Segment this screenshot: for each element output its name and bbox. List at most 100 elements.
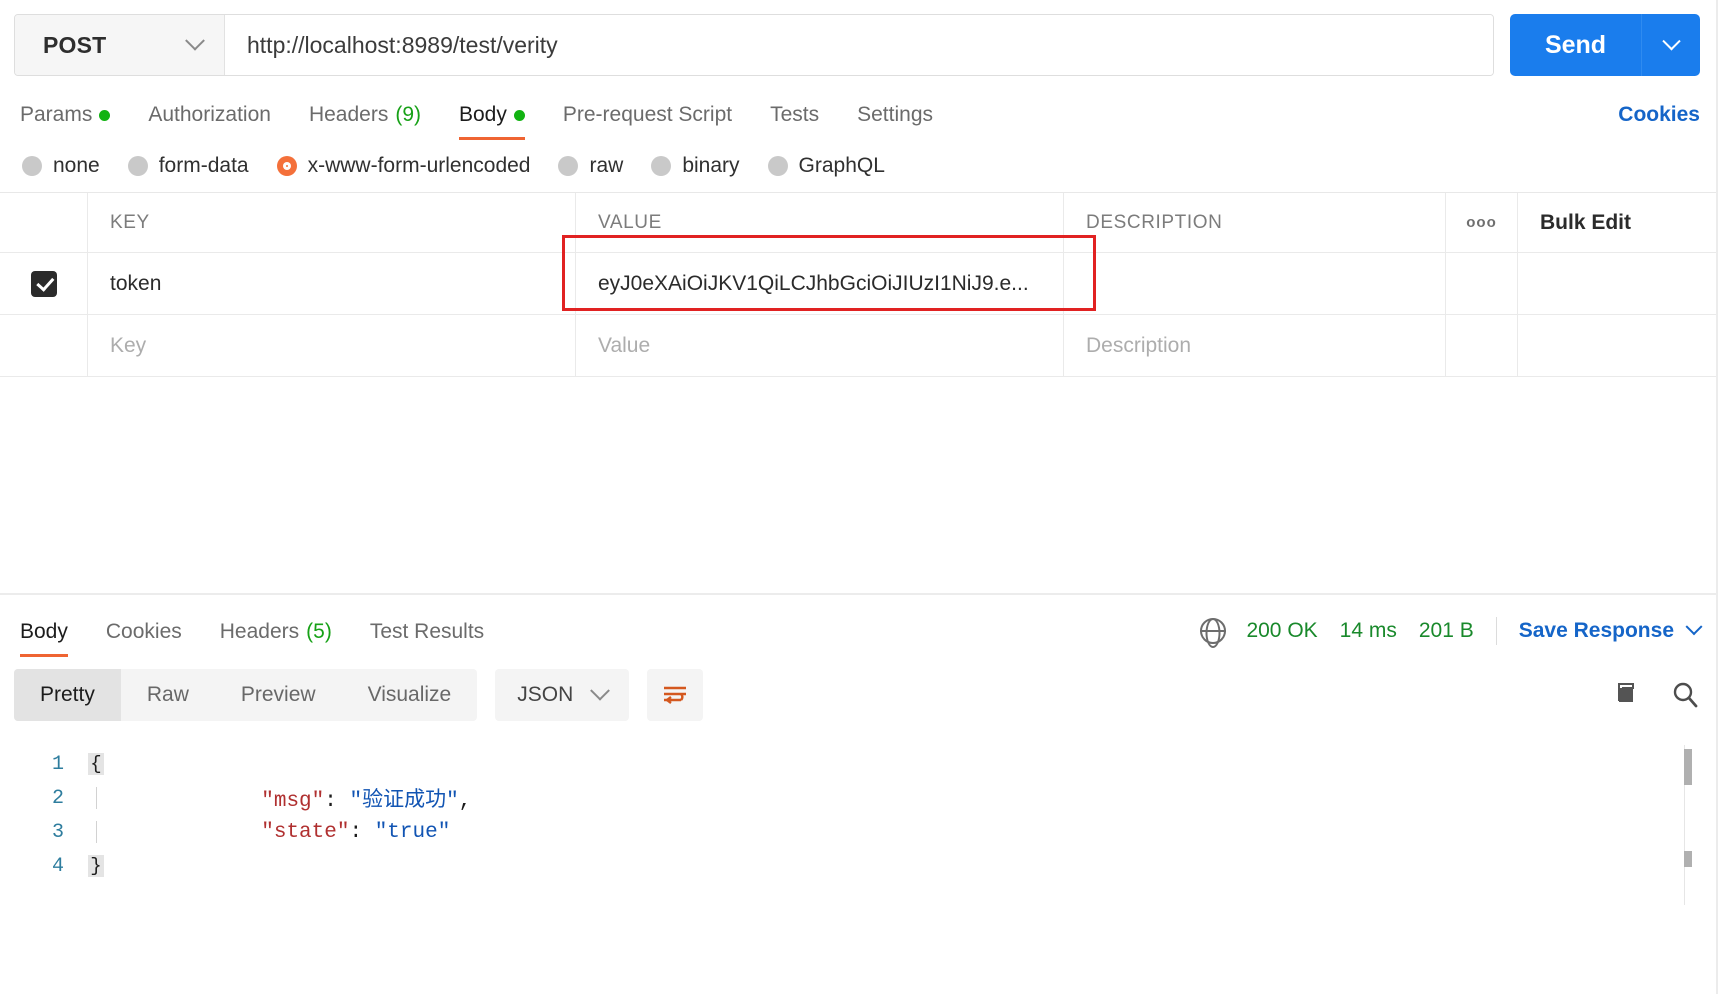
table-options-button[interactable]: ooo [1446, 193, 1518, 252]
tab-body[interactable]: Body [440, 103, 544, 140]
empty-row-options-cell [1446, 315, 1518, 376]
tab-label: Tests [770, 103, 820, 126]
modified-dot-icon [513, 109, 525, 121]
copy-icon [1618, 683, 1634, 702]
row-bulk-cell [1518, 253, 1718, 314]
code-scrollbar[interactable] [1684, 745, 1692, 905]
row-checkbox[interactable] [30, 270, 57, 297]
response-body-code[interactable]: 1 { 2 "msg": "验证成功", 3 "state": "true" 4… [0, 733, 1718, 905]
body-type-radio-group: none form-data x-www-form-urlencoded raw… [0, 140, 1718, 192]
empty-key-placeholder: Key [110, 333, 147, 357]
response-tab-test-results[interactable]: Test Results [351, 620, 503, 657]
view-mode-pretty[interactable]: Pretty [14, 669, 121, 721]
response-size[interactable]: 201 B [1419, 619, 1474, 643]
fold-marker[interactable]: { [88, 753, 104, 775]
radio-icon [651, 156, 672, 176]
send-options-button[interactable] [1642, 14, 1700, 76]
header-checkbox-cell [0, 193, 88, 252]
body-type-none[interactable]: none [22, 154, 100, 178]
body-type-label: raw [589, 154, 624, 177]
bulk-edit-label: Bulk Edit [1540, 210, 1632, 234]
json-key: "state" [261, 820, 350, 844]
empty-value-input[interactable]: Value [576, 315, 1063, 376]
view-mode-preview[interactable]: Preview [215, 669, 342, 721]
save-response-button[interactable]: Save Response [1519, 618, 1703, 643]
chevron-down-icon [1685, 618, 1703, 636]
http-method-label: POST [43, 31, 107, 58]
more-options-icon: ooo [1466, 214, 1497, 231]
status-badge[interactable]: 200 OK [1246, 619, 1317, 643]
view-mode-raw[interactable]: Raw [121, 669, 215, 721]
scrollbar-thumb[interactable] [1684, 749, 1692, 785]
header-description-cell: DESCRIPTION [1064, 193, 1446, 252]
tab-label: Headers [308, 103, 389, 126]
row-key-input[interactable]: token [88, 253, 575, 314]
http-method-select[interactable]: POST [15, 15, 225, 75]
response-tab-headers[interactable]: Headers (5) [201, 620, 351, 657]
header-description-label: DESCRIPTION [1086, 211, 1223, 233]
response-tabs: Body Cookies Headers (5) Test Results 20… [0, 595, 1718, 657]
url-bar: POST http://localhost:8989/test/verity S… [0, 0, 1718, 86]
tab-badge: (5) [306, 620, 332, 643]
body-type-form-data[interactable]: form-data [127, 154, 249, 178]
chevron-down-icon [1661, 31, 1681, 50]
code-line: 3 "state": "true" [0, 815, 1718, 849]
tab-label: Authorization [148, 103, 271, 126]
cookies-link[interactable]: Cookies [1618, 103, 1700, 140]
body-type-label: binary [682, 154, 740, 177]
radio-icon [127, 156, 148, 176]
json-colon: : [349, 820, 375, 844]
row-value-input[interactable]: eyJ0eXAiOiJKV1QiLCJhbGciOiJIUzI1NiJ9.e..… [576, 253, 1063, 314]
body-type-label: none [53, 154, 100, 177]
globe-icon[interactable] [1200, 618, 1227, 644]
line-number: 2 [51, 786, 64, 810]
fold-guide [88, 821, 104, 843]
method-url-group: POST http://localhost:8989/test/verity [14, 14, 1494, 76]
empty-row-checkbox-cell [0, 315, 88, 376]
response-time[interactable]: 14 ms [1340, 619, 1397, 643]
chevron-down-icon [590, 680, 611, 701]
tab-params[interactable]: Params [14, 103, 129, 140]
response-tab-body[interactable]: Body [14, 620, 87, 657]
wrap-lines-button[interactable] [647, 669, 704, 721]
tab-pre-request-script[interactable]: Pre-request Script [544, 103, 751, 140]
row-description-cell [1064, 253, 1446, 314]
send-label: Send [1544, 30, 1607, 59]
response-format-select[interactable]: JSON [495, 669, 630, 721]
tab-tests[interactable]: Tests [751, 103, 838, 140]
code-content: "state": "true" [110, 798, 450, 867]
row-description-input[interactable] [1064, 253, 1445, 314]
response-tab-cookies[interactable]: Cookies [87, 620, 201, 657]
empty-row-description-cell: Description [1064, 315, 1446, 376]
url-input[interactable]: http://localhost:8989/test/verity [225, 15, 1493, 75]
header-value-cell: VALUE [576, 193, 1064, 252]
send-group: Send [1510, 14, 1700, 76]
copy-button[interactable] [1610, 680, 1640, 710]
empty-key-input[interactable]: Key [88, 315, 575, 376]
radio-icon [22, 156, 42, 176]
body-type-graphql[interactable]: GraphQL [767, 154, 885, 178]
tab-settings[interactable]: Settings [838, 103, 952, 140]
header-key-label: KEY [110, 211, 150, 233]
tab-headers[interactable]: Headers (9) [290, 103, 440, 140]
tab-label: Test Results [369, 620, 485, 643]
body-type-x-www-form-urlencoded[interactable]: x-www-form-urlencoded [276, 154, 531, 178]
empty-description-input[interactable]: Description [1064, 315, 1445, 376]
scrollbar-mark [1684, 851, 1692, 867]
tab-authorization[interactable]: Authorization [129, 103, 290, 140]
body-type-binary[interactable]: binary [651, 154, 740, 178]
bulk-edit-button[interactable]: Bulk Edit [1518, 193, 1718, 252]
send-button[interactable]: Send [1510, 14, 1642, 76]
body-type-label: x-www-form-urlencoded [307, 154, 531, 177]
row-value-text: eyJ0eXAiOiJKV1QiLCJhbGciOiJIUzI1NiJ9.e..… [598, 271, 1029, 295]
view-mode-label: Preview [240, 683, 316, 706]
fold-marker[interactable]: } [88, 855, 104, 877]
body-type-raw[interactable]: raw [558, 154, 623, 178]
header-value-label: VALUE [598, 211, 662, 233]
json-value: "true" [374, 820, 451, 844]
view-mode-visualize[interactable]: Visualize [342, 669, 478, 721]
wrap-lines-icon [664, 686, 687, 704]
url-text: http://localhost:8989/test/verity [247, 31, 558, 58]
chevron-down-icon [185, 30, 205, 51]
search-button[interactable] [1670, 680, 1700, 710]
